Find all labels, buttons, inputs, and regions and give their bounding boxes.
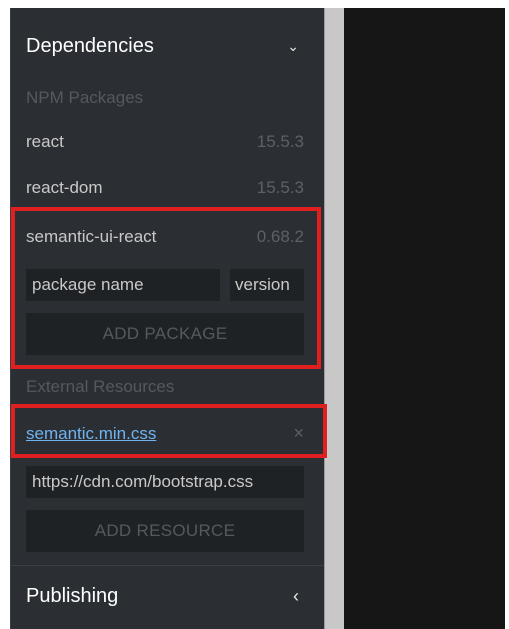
- package-row-semantic-ui-react: semantic-ui-react 0.68.2: [26, 227, 304, 247]
- scrollbar[interactable]: [324, 8, 344, 629]
- sidebar: Dependencies ⌄ NPM Packages react 15.5.3…: [10, 8, 325, 629]
- app-window: Dependencies ⌄ NPM Packages react 15.5.3…: [0, 0, 509, 629]
- chevron-left-icon: ‹: [293, 586, 299, 606]
- resource-row: semantic.min.css ×: [26, 423, 304, 444]
- package-name: semantic-ui-react: [26, 227, 157, 246]
- package-version: 15.5.3: [256, 178, 304, 197]
- package-name: react: [26, 132, 64, 151]
- package-version: 15.5.3: [256, 132, 304, 151]
- chevron-down-icon: ⌄: [287, 37, 299, 54]
- resource-url-input[interactable]: [26, 466, 304, 498]
- editor-pane: [344, 8, 505, 629]
- package-name-input[interactable]: [26, 269, 220, 301]
- publishing-title: Publishing: [26, 585, 119, 607]
- package-name: react-dom: [26, 178, 103, 197]
- dependencies-header[interactable]: Dependencies ⌄: [11, 16, 325, 76]
- package-row-react: react 15.5.3: [26, 132, 304, 152]
- package-version-input[interactable]: [230, 269, 304, 301]
- external-resources-heading: External Resources: [26, 377, 175, 396]
- add-resource-button[interactable]: ADD RESOURCE: [26, 510, 304, 552]
- package-row-react-dom: react-dom 15.5.3: [26, 178, 304, 198]
- package-version: 0.68.2: [256, 227, 304, 246]
- publishing-header[interactable]: Publishing ‹: [11, 565, 325, 627]
- close-icon[interactable]: ×: [293, 423, 304, 444]
- add-package-button[interactable]: ADD PACKAGE: [26, 313, 304, 355]
- dependencies-title: Dependencies: [26, 34, 154, 57]
- npm-packages-heading: NPM Packages: [26, 88, 144, 107]
- resource-link-semantic-min-css[interactable]: semantic.min.css: [26, 424, 156, 444]
